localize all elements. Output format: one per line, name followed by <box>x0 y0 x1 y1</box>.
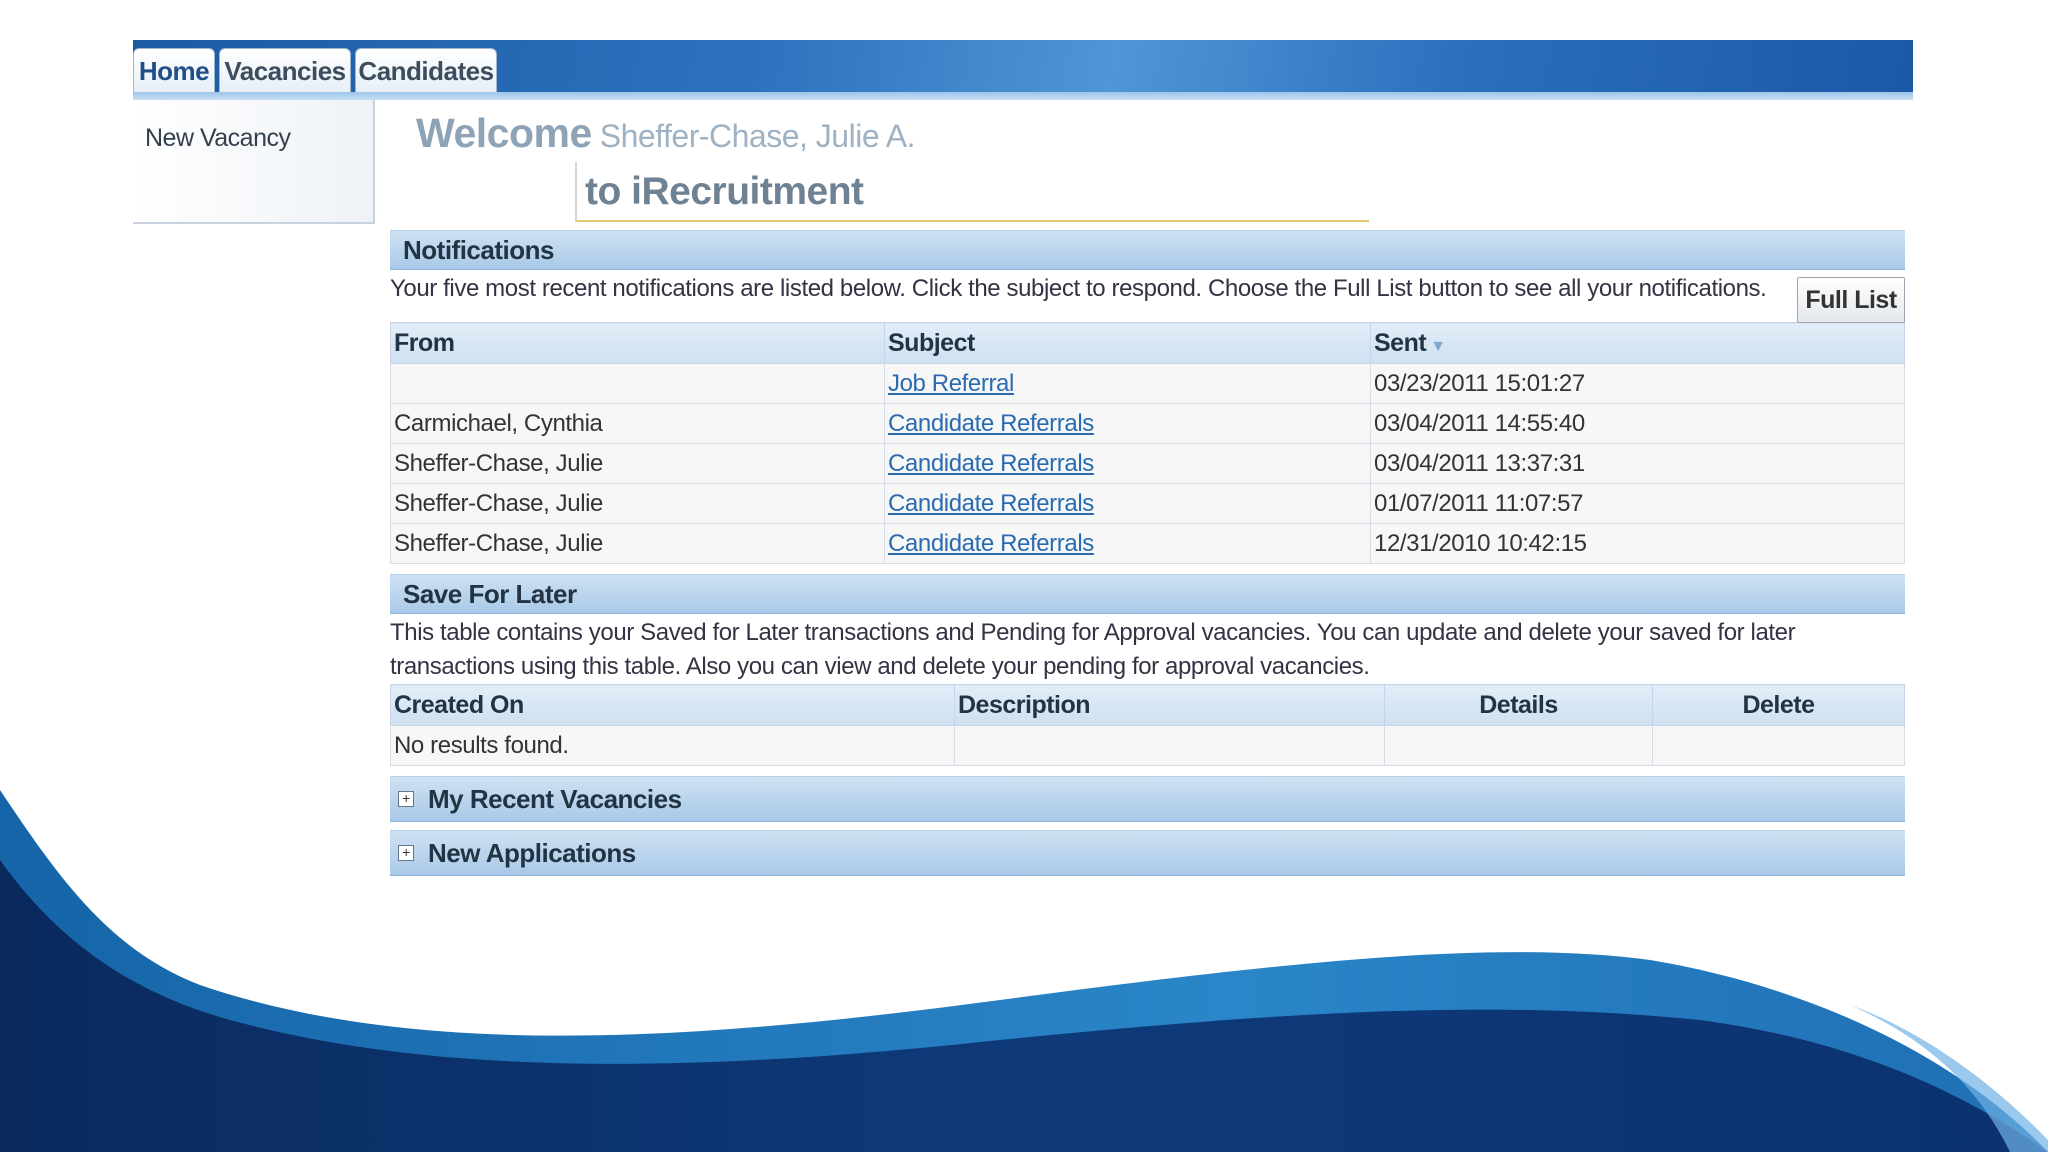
from-cell: Sheffer-Chase, Julie <box>390 523 885 564</box>
column-header-subject: Subject <box>884 322 1371 364</box>
subject-cell: Candidate Referrals <box>884 483 1371 524</box>
expand-plus-icon[interactable]: + <box>398 845 414 861</box>
save-for-later-header: Save For Later <box>390 574 1905 614</box>
subject-cell: Candidate Referrals <box>884 403 1371 444</box>
subject-link[interactable]: Job Referral <box>888 370 1014 397</box>
column-header-delete: Delete <box>1652 684 1905 726</box>
notifications-table: From Subject Sent ▼ Job Referral 03/23/20… <box>390 322 1905 564</box>
expand-plus-icon[interactable]: + <box>398 791 414 807</box>
sent-cell: 03/23/2011 15:01:27 <box>1370 363 1905 404</box>
section-title: My Recent Vacancies <box>428 784 682 814</box>
tab-home[interactable]: Home <box>133 48 215 93</box>
subject-link[interactable]: Candidate Referrals <box>888 530 1094 557</box>
subject-cell: Job Referral <box>884 363 1371 404</box>
subject-link[interactable]: Candidate Referrals <box>888 450 1094 477</box>
sent-cell: 03/04/2011 14:55:40 <box>1370 403 1905 444</box>
from-cell <box>390 363 885 404</box>
subject-link[interactable]: Candidate Referrals <box>888 410 1094 437</box>
subject-cell: Candidate Referrals <box>884 523 1371 564</box>
sent-cell: 03/04/2011 13:37:31 <box>1370 443 1905 484</box>
column-header-description: Description <box>954 684 1385 726</box>
welcome-heading: Welcome Sheffer-Chase, Julie A. <box>416 110 915 157</box>
column-header-sent[interactable]: Sent ▼ <box>1370 322 1905 364</box>
notifications-header: Notifications <box>390 230 1905 270</box>
column-header-created-on: Created On <box>390 684 955 726</box>
empty-results-cell: No results found. <box>390 725 955 766</box>
save-for-later-table: Created On Description Details Delete No… <box>390 684 1905 766</box>
sent-cell: 12/31/2010 10:42:15 <box>1370 523 1905 564</box>
sent-cell: 01/07/2011 11:07:57 <box>1370 483 1905 524</box>
table-header-row: From Subject Sent ▼ <box>390 322 1905 364</box>
section-title: New Applications <box>428 838 636 868</box>
from-cell: Sheffer-Chase, Julie <box>390 443 885 484</box>
side-navigation: New Vacancy <box>133 100 375 224</box>
empty-cell <box>954 725 1385 766</box>
tab-vacancies[interactable]: Vacancies <box>219 48 351 93</box>
table-row: Sheffer-Chase, Julie Candidate Referrals… <box>390 523 1905 564</box>
table-header-row: Created On Description Details Delete <box>390 684 1905 726</box>
app-subtitle-box: to iRecruitment <box>575 162 1369 222</box>
column-header-details: Details <box>1384 684 1653 726</box>
empty-cell <box>1384 725 1653 766</box>
full-list-button[interactable]: Full List <box>1797 277 1905 323</box>
tab-candidates[interactable]: Candidates <box>355 48 497 93</box>
from-cell: Carmichael, Cynthia <box>390 403 885 444</box>
table-row: Job Referral 03/23/2011 15:01:27 <box>390 363 1905 404</box>
app-subtitle: to iRecruitment <box>585 170 864 213</box>
column-header-from: From <box>390 322 885 364</box>
section-new-applications[interactable]: + New Applications <box>390 830 1905 876</box>
table-row: Carmichael, Cynthia Candidate Referrals … <box>390 403 1905 444</box>
main-content: Notifications Your five most recent noti… <box>390 230 1905 876</box>
sent-label: Sent <box>1374 328 1427 357</box>
notifications-description: Your five most recent notifications are … <box>390 275 1767 302</box>
tab-bar: Home Vacancies Candidates <box>133 40 1913 100</box>
sidebar-item-new-vacancy[interactable]: New Vacancy <box>145 124 291 153</box>
empty-cell <box>1652 725 1905 766</box>
irecruitment-app: Home Vacancies Candidates New Vacancy We… <box>133 40 1913 876</box>
subject-cell: Candidate Referrals <box>884 443 1371 484</box>
table-row: Sheffer-Chase, Julie Candidate Referrals… <box>390 443 1905 484</box>
table-row: No results found. <box>390 725 1905 766</box>
table-row: Sheffer-Chase, Julie Candidate Referrals… <box>390 483 1905 524</box>
subject-link[interactable]: Candidate Referrals <box>888 490 1094 517</box>
welcome-label: Welcome <box>416 110 592 156</box>
sort-descending-icon[interactable]: ▼ <box>1430 338 1446 355</box>
from-cell: Sheffer-Chase, Julie <box>390 483 885 524</box>
section-my-recent-vacancies[interactable]: + My Recent Vacancies <box>390 776 1905 822</box>
save-for-later-description: This table contains your Saved for Later… <box>390 619 1796 680</box>
notifications-intro: Your five most recent notifications are … <box>390 270 1905 323</box>
user-name: Sheffer-Chase, Julie A. <box>599 118 916 154</box>
